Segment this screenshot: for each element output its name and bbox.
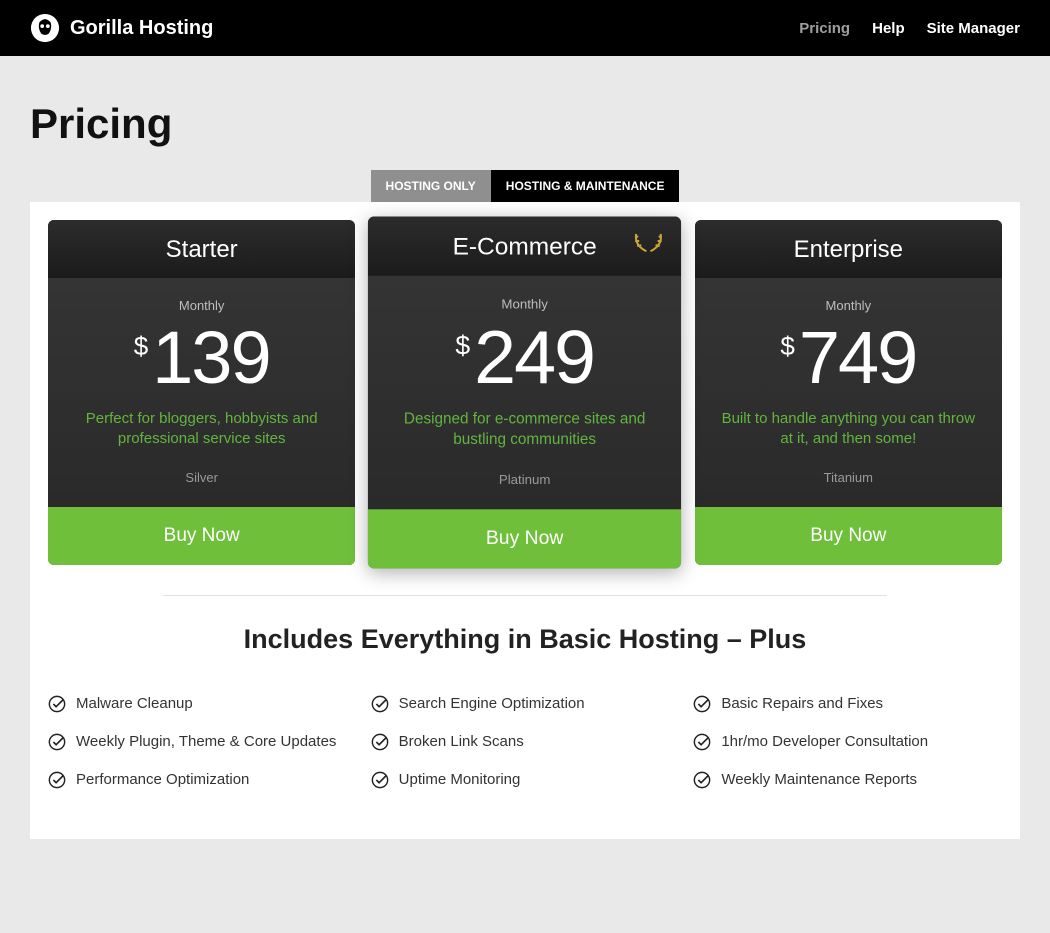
buy-now-button[interactable]: Buy Now — [48, 507, 355, 565]
plan-price: $ 139 — [64, 321, 339, 395]
plan-body: Monthly $ 749 Built to handle anything y… — [695, 278, 1002, 507]
nav-help[interactable]: Help — [872, 20, 905, 37]
price-amount: 749 — [799, 321, 916, 395]
features-grid: Malware Cleanup Search Engine Optimizati… — [48, 695, 1002, 789]
gorilla-logo-icon — [30, 13, 60, 43]
plan-period: Monthly — [385, 296, 666, 311]
brand[interactable]: Gorilla Hosting — [30, 13, 213, 43]
plan-price: $ 249 — [385, 320, 666, 395]
nav-site-manager[interactable]: Site Manager — [927, 20, 1020, 37]
check-circle-icon — [48, 771, 66, 789]
plan-title: Enterprise — [695, 220, 1002, 278]
feature-label: Broken Link Scans — [399, 733, 524, 750]
page-content: Pricing HOSTING ONLY HOSTING & MAINTENAN… — [0, 56, 1050, 899]
pricing-container: Starter Monthly $ 139 Perfect for blogge… — [30, 202, 1020, 839]
feature-item: Malware Cleanup — [48, 695, 357, 713]
plans-row: Starter Monthly $ 139 Perfect for blogge… — [48, 220, 1002, 565]
tab-hosting-only[interactable]: HOSTING ONLY — [371, 170, 491, 202]
main-nav: Pricing Help Site Manager — [799, 20, 1020, 37]
price-amount: 139 — [152, 321, 269, 395]
check-circle-icon — [371, 733, 389, 751]
buy-now-button[interactable]: Buy Now — [695, 507, 1002, 565]
top-nav-bar: Gorilla Hosting Pricing Help Site Manage… — [0, 0, 1050, 56]
feature-item: Weekly Plugin, Theme & Core Updates — [48, 733, 357, 751]
check-circle-icon — [693, 733, 711, 751]
feature-item: Broken Link Scans — [371, 733, 680, 751]
plan-enterprise: Enterprise Monthly $ 749 Built to handle… — [695, 220, 1002, 565]
feature-item: Basic Repairs and Fixes — [693, 695, 1002, 713]
check-circle-icon — [693, 695, 711, 713]
feature-label: Search Engine Optimization — [399, 695, 585, 712]
currency-symbol: $ — [456, 330, 471, 362]
page-title: Pricing — [30, 100, 1020, 148]
plan-tier: Platinum — [385, 471, 666, 486]
feature-label: Weekly Maintenance Reports — [721, 771, 917, 788]
includes-title: Includes Everything in Basic Hosting – P… — [48, 624, 1002, 655]
plan-title: E-Commerce — [368, 217, 681, 276]
check-circle-icon — [371, 695, 389, 713]
plan-tier: Silver — [64, 470, 339, 485]
plan-body: Monthly $ 249 Designed for e-commerce si… — [368, 276, 681, 509]
feature-item: Performance Optimization — [48, 771, 357, 789]
buy-now-button[interactable]: Buy Now — [368, 509, 681, 568]
feature-label: Malware Cleanup — [76, 695, 193, 712]
pricing-tabs: HOSTING ONLY HOSTING & MAINTENANCE — [30, 170, 1020, 202]
plan-description: Perfect for bloggers, hobbyists and prof… — [64, 409, 339, 450]
plan-price: $ 749 — [711, 321, 986, 395]
nav-pricing[interactable]: Pricing — [799, 20, 850, 37]
feature-label: 1hr/mo Developer Consultation — [721, 733, 928, 750]
plan-starter: Starter Monthly $ 139 Perfect for blogge… — [48, 220, 355, 565]
feature-item: Search Engine Optimization — [371, 695, 680, 713]
brand-name: Gorilla Hosting — [70, 17, 213, 40]
feature-label: Uptime Monitoring — [399, 771, 521, 788]
feature-label: Basic Repairs and Fixes — [721, 695, 883, 712]
plan-title: Starter — [48, 220, 355, 278]
plan-period: Monthly — [64, 298, 339, 313]
plan-description: Built to handle anything you can throw a… — [711, 409, 986, 450]
plan-ecommerce: E-Commerce Monthly $ 249 Designed for e-… — [368, 217, 681, 568]
currency-symbol: $ — [780, 331, 794, 362]
laurel-icon — [633, 231, 666, 255]
section-divider — [163, 595, 887, 596]
feature-item: 1hr/mo Developer Consultation — [693, 733, 1002, 751]
check-circle-icon — [371, 771, 389, 789]
check-circle-icon — [48, 695, 66, 713]
plan-period: Monthly — [711, 298, 986, 313]
plan-tier: Titanium — [711, 470, 986, 485]
check-circle-icon — [693, 771, 711, 789]
feature-label: Weekly Plugin, Theme & Core Updates — [76, 733, 336, 750]
plan-description: Designed for e-commerce sites and bustli… — [385, 409, 666, 450]
plan-title-text: E-Commerce — [453, 233, 597, 261]
feature-item: Weekly Maintenance Reports — [693, 771, 1002, 789]
feature-item: Uptime Monitoring — [371, 771, 680, 789]
plan-body: Monthly $ 139 Perfect for bloggers, hobb… — [48, 278, 355, 507]
currency-symbol: $ — [134, 331, 148, 362]
price-amount: 249 — [474, 320, 594, 395]
check-circle-icon — [48, 733, 66, 751]
tab-hosting-maintenance[interactable]: HOSTING & MAINTENANCE — [491, 170, 680, 202]
feature-label: Performance Optimization — [76, 771, 249, 788]
